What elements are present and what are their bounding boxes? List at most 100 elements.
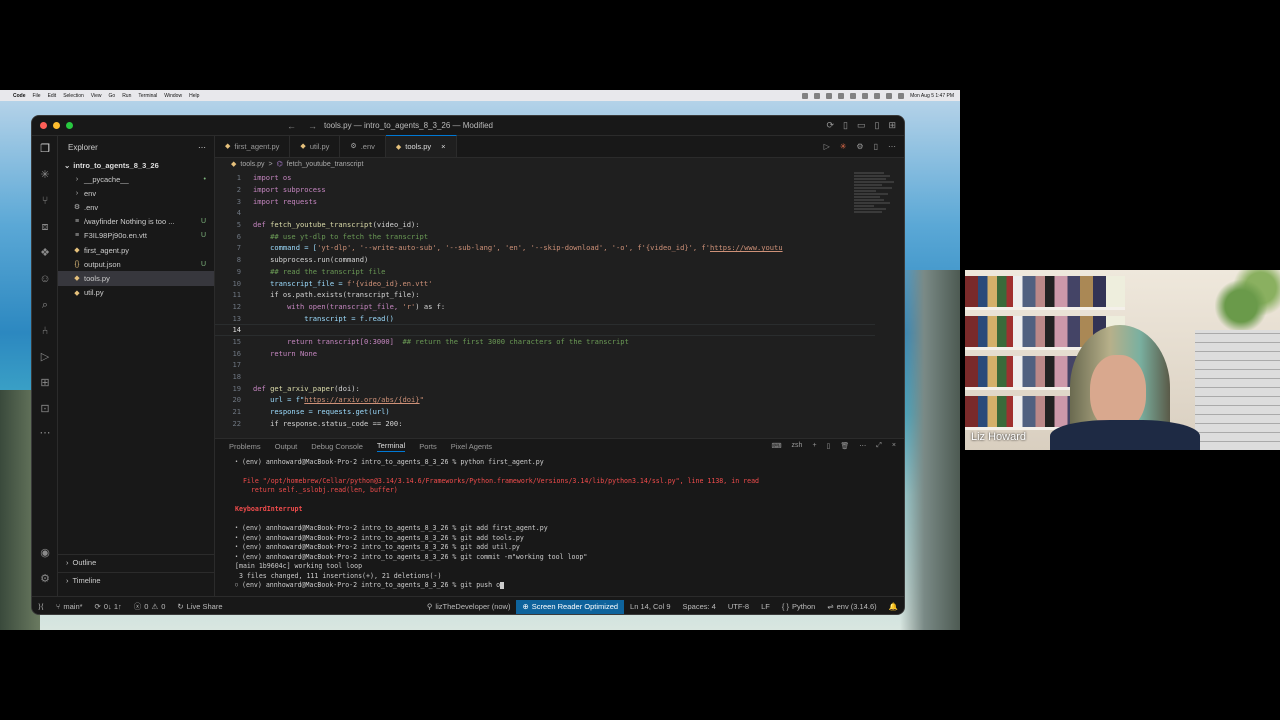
menu-go[interactable]: Go (109, 93, 116, 99)
more-actions-icon[interactable]: ⋯ (198, 143, 206, 152)
branch-status[interactable]: ⑂ main* (50, 602, 89, 611)
menu-terminal[interactable]: Terminal (138, 93, 157, 99)
account-icon[interactable]: ◉ (38, 546, 52, 560)
minimize-window-button[interactable] (53, 122, 60, 129)
tab-pixel-agents[interactable]: Pixel Agents (451, 442, 492, 451)
explorer-icon[interactable]: ❐ (38, 142, 52, 156)
tray-icon[interactable] (838, 92, 845, 99)
copilot-icon[interactable]: ⟳ (826, 120, 834, 131)
tree-item-wayfinder[interactable]: ≡ /wayfinder Nothing is too ... U (58, 215, 214, 229)
code-editor[interactable]: 1 import os 2 import subprocess 3 import re… (215, 172, 875, 429)
close-window-button[interactable] (40, 122, 47, 129)
tray-icon[interactable] (850, 92, 857, 99)
menu-file[interactable]: File (33, 93, 41, 99)
workspace-folder[interactable]: ⌄ intro_to_agents_8_3_26 (58, 158, 214, 172)
tree-item-tools[interactable]: ◆ tools.py (58, 271, 214, 286)
terminal-output[interactable]: • (env) annhoward@MacBook-Pro-2 intro_to_… (235, 457, 895, 590)
sync-status[interactable]: ⟳ 0↓ 1↑ (89, 602, 128, 611)
zoom-window-button[interactable] (66, 122, 73, 129)
tree-item-first-agent[interactable]: ◆ first_agent.py (58, 243, 214, 257)
tree-item-vtt[interactable]: ≡ F3IL98Pj90o.en.vtt U (58, 229, 214, 243)
remote-indicator-icon[interactable]: ⟩⟨ (32, 602, 50, 611)
run-debug-icon[interactable]: ▷ (38, 350, 52, 364)
tree-item-output-json[interactable]: {} output.json U (58, 257, 214, 271)
python-icon[interactable]: ❖ (38, 246, 52, 260)
more-icon[interactable]: ⋯ (38, 426, 52, 440)
wifi-icon[interactable] (874, 92, 881, 99)
eol-status[interactable]: LF (755, 602, 776, 611)
run-icon[interactable]: ▷ (824, 142, 830, 151)
more-actions-icon[interactable]: ⋯ (859, 442, 866, 450)
new-terminal-icon[interactable]: + (812, 442, 816, 450)
tab-dotenv[interactable]: ⚙ .env (340, 135, 386, 157)
menu-help[interactable]: Help (189, 93, 199, 99)
manage-gear-icon[interactable]: ⚙ (38, 572, 52, 586)
toggle-panel-icon[interactable]: ▭ (857, 120, 866, 131)
tab-tools[interactable]: ◆ tools.py × (385, 135, 457, 157)
split-terminal-icon[interactable]: ▯ (827, 442, 831, 450)
cursor-position[interactable]: Ln 14, Col 9 (624, 602, 676, 611)
settings-icon[interactable]: ⚙ (856, 142, 863, 151)
ai-icon[interactable]: ✳ (840, 142, 847, 151)
breadcrumb-symbol[interactable]: fetch_youtube_transcript (287, 161, 364, 168)
customize-layout-icon[interactable]: ⊞ (888, 120, 896, 131)
tab-problems[interactable]: Problems (229, 442, 261, 451)
menubar-clock[interactable]: Mon Aug 5 1:47 PM (910, 93, 954, 99)
language-status[interactable]: { } Python (776, 602, 821, 611)
tree-item-util[interactable]: ◆ util.py (58, 286, 214, 300)
encoding-status[interactable]: UTF-8 (722, 602, 755, 611)
menu-code[interactable]: Code (13, 93, 26, 99)
control-center-icon[interactable] (898, 92, 905, 99)
source-control-icon[interactable]: ⑂ (38, 194, 52, 208)
close-panel-icon[interactable]: × (892, 442, 896, 450)
menu-view[interactable]: View (91, 93, 102, 99)
problems-status[interactable]: ⓧ 0 ⚠ 0 (128, 601, 172, 612)
tray-icon[interactable] (826, 92, 833, 99)
extensions-grid-icon[interactable]: ⊞ (38, 376, 52, 390)
search-icon[interactable] (886, 92, 893, 99)
user-status[interactable]: ⚲ lizTheDeveloper (now) (421, 602, 517, 611)
notifications-icon[interactable]: 🔔 (883, 602, 904, 611)
copilot-icon[interactable]: ☺ (38, 272, 52, 286)
minimap[interactable] (854, 172, 898, 232)
menu-edit[interactable]: Edit (48, 93, 57, 99)
toggle-sidebar-icon[interactable]: ▯ (843, 120, 848, 131)
tray-icon[interactable] (862, 92, 869, 99)
menu-window[interactable]: Window (164, 93, 182, 99)
code-url[interactable]: https://www.youtu (710, 243, 783, 252)
shell-label[interactable]: zsh (792, 442, 803, 450)
timeline-section[interactable]: › Timeline (58, 572, 214, 588)
remote-icon[interactable]: ⊡ (38, 402, 52, 416)
more-actions-icon[interactable]: ⋯ (888, 142, 896, 151)
indentation-status[interactable]: Spaces: 4 (677, 602, 722, 611)
terminal-input[interactable]: (env) annhoward@MacBook-Pro-2 intro_to_a… (242, 581, 500, 589)
tab-debug-console[interactable]: Debug Console (311, 442, 363, 451)
tray-icon[interactable] (802, 92, 809, 99)
split-editor-icon[interactable]: ▯ (874, 142, 878, 151)
ai-chat-icon[interactable]: ✳ (38, 168, 52, 182)
tray-icon[interactable] (814, 92, 821, 99)
tree-item-env-folder[interactable]: › env (58, 186, 214, 200)
tab-first-agent[interactable]: ◆ first_agent.py (215, 135, 291, 157)
tree-item-dotenv[interactable]: ⚙ .env (58, 200, 214, 214)
extensions-icon[interactable]: ⧈ (38, 220, 52, 234)
search-icon[interactable]: ⌕ (38, 298, 52, 312)
code-url[interactable]: https://arxiv.org/abs/{doi} (304, 395, 419, 404)
trash-icon[interactable]: 🗑 (840, 442, 849, 450)
close-icon[interactable]: × (441, 142, 445, 151)
screen-reader-status[interactable]: ⊕ Screen Reader Optimized (516, 599, 625, 614)
tab-output[interactable]: Output (275, 442, 298, 451)
forward-arrow-icon[interactable]: → (308, 121, 317, 131)
menu-run[interactable]: Run (122, 93, 131, 99)
menu-selection[interactable]: Selection (63, 93, 84, 99)
tab-ports[interactable]: Ports (419, 442, 437, 451)
tree-item-pycache[interactable]: › __pycache__ • (58, 172, 214, 186)
maximize-panel-icon[interactable]: ⤢ (876, 442, 882, 450)
interpreter-status[interactable]: ⇌ env (3.14.6) (821, 602, 882, 611)
tab-util[interactable]: ◆ util.py (290, 135, 341, 157)
toggle-secondary-sidebar-icon[interactable]: ▯ (875, 120, 880, 131)
outline-section[interactable]: › Outline (58, 554, 214, 570)
live-share-status[interactable]: ↻ Live Share (171, 602, 228, 611)
tab-terminal[interactable]: Terminal (376, 441, 406, 452)
branch-icon[interactable]: ⑃ (38, 324, 52, 338)
